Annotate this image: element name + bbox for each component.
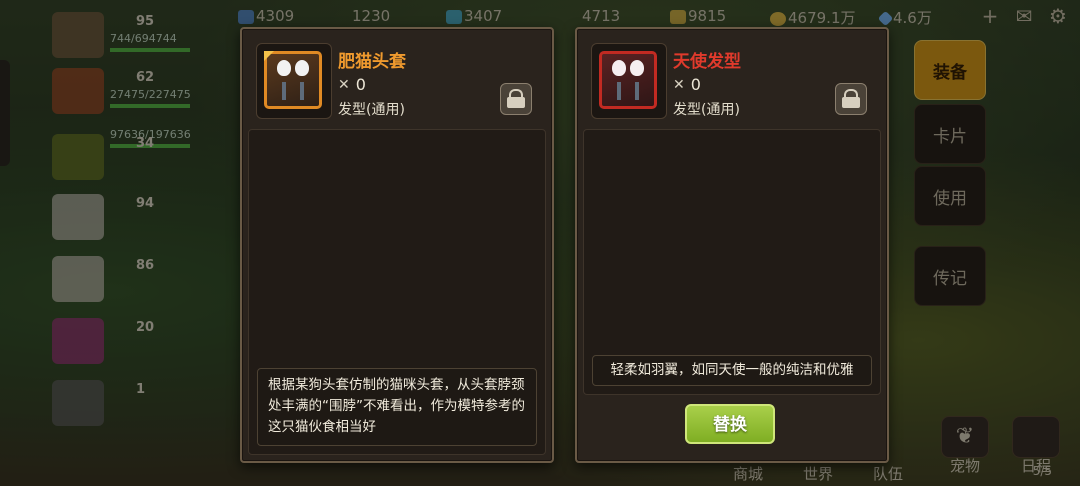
cat-head-shape xyxy=(295,60,309,76)
item-type: 发型(通用) xyxy=(338,102,405,118)
stand-shape xyxy=(300,82,304,100)
cat-head-shape xyxy=(277,60,291,76)
lock-icon[interactable] xyxy=(500,83,532,115)
item-frame xyxy=(264,51,322,109)
item-type: 发型(通用) xyxy=(673,102,740,118)
swords-icon: ✕ xyxy=(673,76,685,93)
item-frame xyxy=(599,51,657,109)
item-detail-area: 轻柔如羽翼，如同天使一般的纯洁和优雅 xyxy=(583,129,881,395)
item-name: 天使发型 xyxy=(673,52,741,72)
angel-hair-icon xyxy=(612,60,644,100)
swords-icon: ✕ xyxy=(338,76,350,93)
stand-shape xyxy=(635,82,639,100)
item-description: 轻柔如羽翼，如同天使一般的纯洁和优雅 xyxy=(592,355,872,386)
cat-head-icon xyxy=(277,60,309,100)
item-detail-area: 根据某狗头套仿制的猫咪头套，从头套脖颈处丰满的“围脖”不难看出，作为模特参考的这… xyxy=(248,129,546,455)
item-count-value: 0 xyxy=(690,75,701,94)
item-count: ✕ 0 xyxy=(338,75,366,94)
lock-icon[interactable] xyxy=(835,83,867,115)
wing-shape xyxy=(630,60,644,76)
current-item-panel: 肥猫头套 ✕ 0 发型(通用) 根据某狗头套仿制的猫咪头套，从头套脖颈处丰满的“围… xyxy=(240,27,554,463)
stand-shape xyxy=(282,82,286,100)
item-icon-slot xyxy=(591,43,667,119)
replacement-item-panel: 天使发型 ✕ 0 发型(通用) 轻柔如羽翼，如同天使一般的纯洁和优雅 替换 xyxy=(575,27,889,463)
stand-shape xyxy=(617,82,621,100)
wing-shape xyxy=(612,60,626,76)
item-description: 根据某狗头套仿制的猫咪头套，从头套脖颈处丰满的“围脖”不难看出，作为模特参考的这… xyxy=(257,368,537,446)
item-name: 肥猫头套 xyxy=(338,52,406,72)
item-count: ✕ 0 xyxy=(673,75,701,94)
item-icon-slot xyxy=(256,43,332,119)
item-count-value: 0 xyxy=(355,75,366,94)
replace-button[interactable]: 替换 xyxy=(685,404,775,444)
